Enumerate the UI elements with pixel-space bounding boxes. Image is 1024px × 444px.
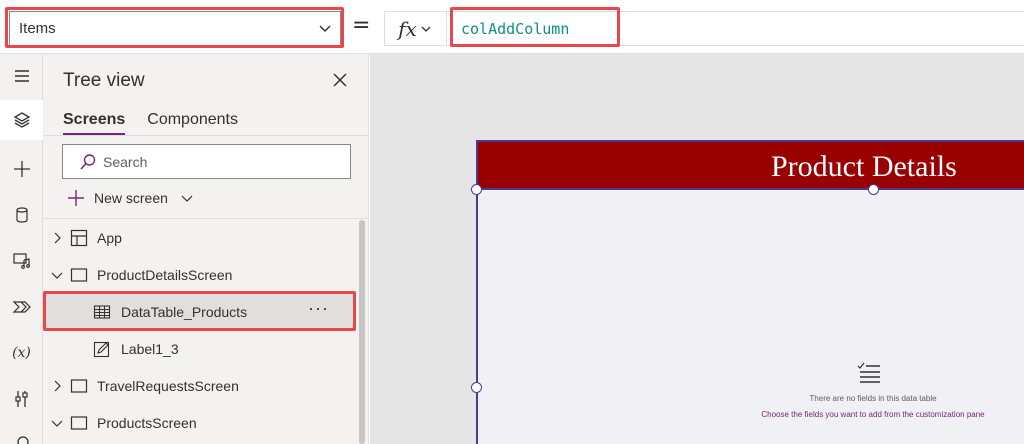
plus-icon [13,161,30,177]
close-icon[interactable] [331,71,349,89]
new-screen-button[interactable]: New screen [67,187,193,209]
nodes-divider [43,218,369,219]
tree-node-label: Label1_3 [121,340,179,357]
tree-node-label: DataTable_Products [121,303,248,320]
screen-icon [70,378,88,393]
screen-preview[interactable]: Product Details There are no fields in t… [476,140,1024,444]
plus-icon [68,190,84,206]
design-canvas: Product Details There are no fields in t… [370,54,1024,444]
tree-node-product-details-screen[interactable]: ProductDetailsScreen [43,257,355,292]
rail-insert-button[interactable] [0,149,43,189]
tab-screens[interactable]: Screens [63,111,126,135]
formula-bar: Items = fx colAddColumn [0,0,1024,54]
search-placeholder: Search [103,153,148,170]
resize-handle-top-left[interactable] [471,184,482,195]
chevron-right-icon[interactable] [51,232,63,244]
tree-scrollbar[interactable] [358,220,366,444]
tree-node-products-screen[interactable]: ProductsScreen [43,405,355,440]
database-icon [15,207,28,223]
more-options-icon[interactable]: ··· [308,298,329,319]
empty-table-message: There are no fields in this data table [809,394,937,403]
property-dropdown[interactable]: Items [9,11,341,46]
rail-search-button[interactable] [0,424,43,444]
search-icon [80,154,96,170]
resize-handle-middle-left[interactable] [471,382,482,393]
rail-power-automate-button[interactable] [0,287,43,327]
fx-button[interactable]: fx [384,11,445,46]
property-dropdown-value: Items [19,20,56,37]
chevron-down-icon[interactable] [51,269,63,281]
empty-table-hint[interactable]: Choose the fields you want to add from t… [738,410,1008,419]
equals-sign: = [352,13,371,38]
tree-node-label: ProductDetailsScreen [97,266,233,283]
left-rail: (x) [0,54,43,444]
layers-icon [13,112,30,128]
advanced-tools-icon [14,391,28,407]
tree-view-tabs: Screens Components [63,111,238,135]
formula-text: colAddColumn [461,19,570,38]
chevron-down-icon [181,195,193,202]
power-automate-icon [12,301,31,313]
screen-icon [70,415,88,430]
chevron-down-icon [421,26,431,32]
search-icon [16,436,29,444]
media-icon [12,253,30,269]
formula-input[interactable]: colAddColumn [446,11,1024,46]
rail-menu-button[interactable] [0,56,43,96]
tree-node-datatable-products[interactable]: DataTable_Products ··· [43,294,355,329]
tree-node-label: App [97,229,122,246]
header-label[interactable]: Product Details [478,142,1024,190]
rail-advanced-tools-button[interactable] [0,379,43,419]
screen-icon [70,267,88,282]
new-screen-label: New screen [94,190,168,206]
tabs-divider [43,135,369,136]
scrollbar-thumb[interactable] [359,220,365,444]
hamburger-menu-icon [14,70,29,82]
header-title: Product Details [771,150,957,183]
tree-node-label1-3[interactable]: Label1_3 [43,331,355,366]
checklist-icon [857,362,880,383]
tree-node-travel-requests-screen[interactable]: TravelRequestsScreen [43,368,355,403]
tree-view-title: Tree view [63,70,145,91]
tree-node-label: TravelRequestsScreen [97,377,239,394]
variables-icon: (x) [12,345,31,361]
fx-icon: fx [398,16,417,41]
tree-node-label: ProductsScreen [97,414,197,431]
chevron-right-icon[interactable] [51,380,63,392]
tree-search-input[interactable]: Search [62,144,351,179]
data-table-icon [93,304,111,319]
rail-data-button[interactable] [0,195,43,235]
tree-view-panel: Tree view Screens Components Search New … [43,54,369,444]
app-icon [70,229,88,246]
label-edit-icon [93,341,110,357]
tree-node-app[interactable]: App [43,220,355,255]
resize-handle-top-middle[interactable] [868,184,879,195]
rail-variables-button[interactable]: (x) [0,333,43,373]
tab-components[interactable]: Components [147,111,238,134]
chevron-down-icon[interactable] [51,417,63,429]
rail-tree-view-button[interactable] [0,100,43,140]
rail-media-button[interactable] [0,241,43,281]
chevron-down-icon [319,25,331,32]
